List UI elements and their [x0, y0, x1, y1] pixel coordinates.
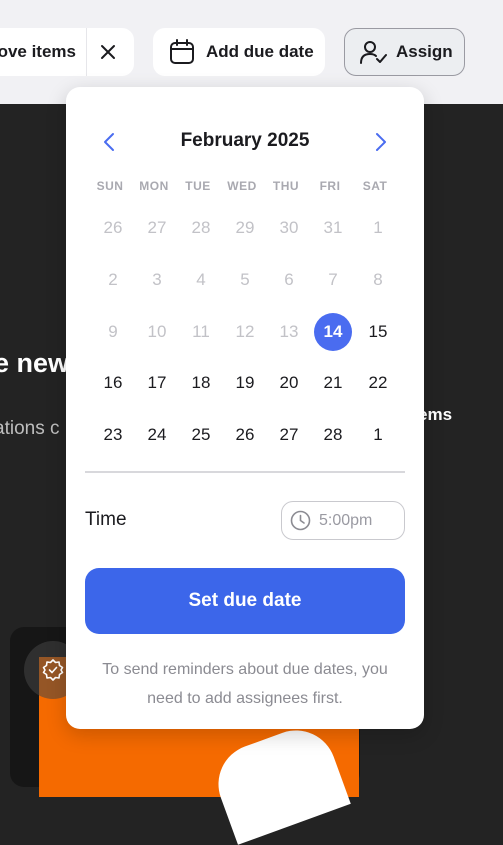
calendar-day: 5: [240, 270, 250, 289]
calendar-day: 28: [191, 218, 211, 237]
calendar-day[interactable]: 28: [314, 416, 352, 454]
calendar-day: 26: [103, 218, 123, 237]
chevron-right-icon[interactable]: [368, 130, 392, 154]
close-icon[interactable]: [96, 40, 120, 64]
calendar-day: 8: [373, 270, 383, 289]
move-items-label: ove items: [0, 42, 76, 61]
time-value: 5:00pm: [319, 512, 373, 529]
weekday-label: FRI: [319, 179, 341, 193]
calendar-day[interactable]: 25: [182, 416, 220, 454]
due-date-popover: February 2025 SUN MON TUE WED THU FRI SAT 26 27…: [66, 87, 424, 729]
calendar-day: 4: [196, 270, 206, 289]
assignee-hint: To send reminders about due dates, you n…: [102, 661, 388, 707]
calendar-day: 10: [147, 322, 167, 341]
divider: [86, 28, 87, 76]
month-header: February 2025: [66, 127, 424, 157]
assign-button[interactable]: Assign: [344, 28, 465, 76]
calendar-day[interactable]: 1: [359, 416, 397, 454]
calendar-day[interactable]: 19: [226, 364, 264, 402]
calendar-day: 29: [235, 218, 255, 237]
weekday-label: THU: [272, 179, 300, 193]
calendar-day: 3: [152, 270, 162, 289]
calendar-day: 9: [108, 322, 118, 341]
time-label: Time: [85, 509, 127, 530]
assign-label: Assign: [396, 42, 453, 61]
calendar-day: 12: [235, 322, 255, 341]
selected-day[interactable]: 14: [314, 313, 352, 351]
add-due-date-button[interactable]: Add due date: [153, 28, 325, 76]
background-heading: e new: [0, 348, 70, 378]
clock-icon: [290, 510, 311, 531]
calendar-day[interactable]: 22: [359, 364, 397, 402]
calendar-day[interactable]: 26: [226, 416, 264, 454]
calendar-day[interactable]: 18: [182, 364, 220, 402]
calendar-day[interactable]: 17: [138, 364, 176, 402]
gear-badge-icon: [42, 659, 64, 681]
calendar-day: 27: [147, 218, 167, 237]
calendar-day: 31: [323, 218, 343, 237]
calendar-day[interactable]: 27: [270, 416, 308, 454]
calendar-day[interactable]: 23: [94, 416, 132, 454]
calendar-day: 6: [284, 270, 294, 289]
calendar-day: 11: [192, 322, 210, 341]
background-subtext: ations c: [0, 418, 60, 439]
user-check-icon: [360, 41, 387, 64]
weekday-label: TUE: [185, 179, 211, 193]
calendar-day: 1: [373, 218, 383, 237]
calendar-day[interactable]: 16: [94, 364, 132, 402]
calendar-day: 2: [108, 270, 118, 289]
add-due-date-label: Add due date: [206, 42, 314, 61]
calendar-day[interactable]: 15: [359, 313, 397, 351]
time-input[interactable]: 5:00pm: [281, 501, 405, 540]
calendar-day[interactable]: 20: [270, 364, 308, 402]
calendar-day: 30: [279, 218, 299, 237]
weekday-label: SUN: [96, 179, 124, 193]
set-due-date-button[interactable]: Set due date: [85, 568, 405, 634]
calendar-day: 7: [328, 270, 338, 289]
calendar-icon: [170, 39, 194, 64]
move-items-button[interactable]: ove items: [0, 28, 134, 76]
preview-shape: [207, 719, 351, 845]
weekday-label: MON: [139, 179, 169, 193]
calendar-day: 13: [279, 322, 299, 341]
calendar-day[interactable]: 24: [138, 416, 176, 454]
weekday-label: WED: [227, 179, 257, 193]
calendar-day[interactable]: 21: [314, 364, 352, 402]
divider: [85, 471, 405, 473]
weekday-label: SAT: [362, 179, 388, 193]
